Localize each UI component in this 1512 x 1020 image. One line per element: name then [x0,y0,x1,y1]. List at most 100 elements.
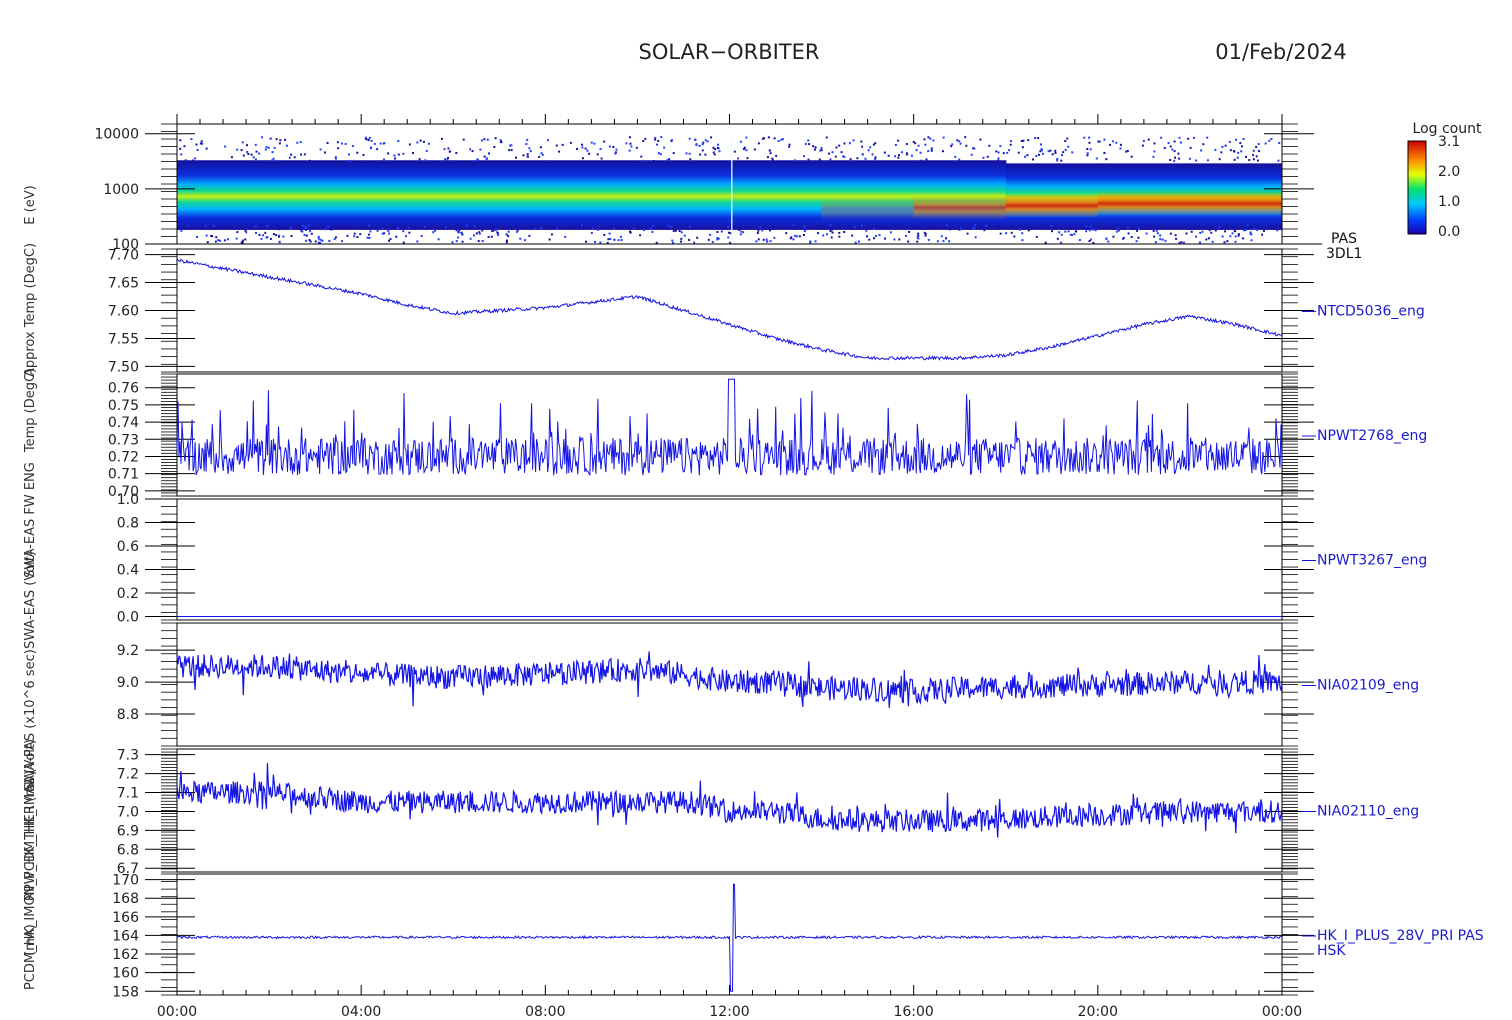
spectrogram-dot [186,226,189,229]
spectrogram-dot [883,151,886,154]
spectrogram-dot [739,140,742,143]
spectrogram-dot [1261,233,1264,236]
spectrogram-dot [1200,149,1203,152]
spectrogram-dot [486,138,489,141]
spectrogram-dot [1026,154,1029,157]
spectrogram-dot [609,237,612,240]
spectrogram-dot [528,234,531,237]
spectrogram-dot [1228,140,1231,143]
spectrogram-dot [920,159,923,162]
spectrogram-dot [391,226,394,229]
spectrogram-dot [671,239,674,242]
spectrogram-dot [860,140,863,143]
spectrogram-dot [260,237,263,240]
spectrogram-dot [241,141,244,144]
spectrogram-dot [629,231,632,234]
spectrogram-dot [272,233,275,236]
spectrogram-dot [1054,149,1057,152]
spectrogram-dot [489,224,492,227]
spectrogram-dot [630,145,633,148]
spectrogram-dot [773,137,776,140]
spectrogram-dot [866,235,869,238]
spectrogram-dot [757,142,760,145]
y-tick-label: 0.73 [108,432,139,448]
spectrogram-dot [834,155,837,158]
spectrogram-dot [205,234,208,237]
spectrogram-dot [350,226,353,229]
spectrogram-dot [1127,232,1130,235]
spectrogram-hot-core [821,196,915,221]
spectrogram-dot [713,153,716,156]
spectrogram-dot [718,150,721,153]
spectrogram-dot [954,155,957,158]
spectrogram-dot [942,240,945,243]
spectrogram-dot [480,139,483,142]
spectrogram-dot [1009,143,1012,146]
spectrogram-dot [788,143,791,146]
spectrogram-dot [727,231,730,234]
spectrogram-dot [1021,232,1024,235]
spectrogram-hot-core [913,195,1007,220]
panel-frame [176,248,1283,373]
spectrogram-dot [451,241,454,244]
spectrogram-dot [1206,136,1209,139]
spectrogram-dot [254,158,257,161]
spectrogram-dot [670,226,673,229]
spectrogram-dot [481,240,484,243]
y-axis-title: E (eV) [23,185,38,224]
spectrogram-dot [212,224,215,227]
spectrogram-dot [660,136,663,139]
spectrogram-dot [423,226,426,229]
y-tick-label: 166 [112,910,139,926]
spectrogram-dot [814,146,817,149]
spectrogram-dot [1278,141,1281,144]
spectrogram-dot [1202,143,1205,146]
spectrogram-dot [853,226,856,229]
colorbar-tick-label: 1.0 [1438,194,1460,210]
spectrogram-dot [979,138,982,141]
spectrogram-dot [507,230,510,233]
spectrogram-dot [793,159,796,162]
spectrogram-dot [642,139,645,142]
spectrogram-dot [278,142,281,145]
spectrogram-dot [226,225,229,228]
spectrogram-dot [250,153,253,156]
panel-hk-i-plus-28v-pri-pas-hsk: 170 168 166 164 162 160 158 HK_I_PLUS_28V_PRI P… [112,873,1484,1001]
spectrogram-dot [680,237,683,240]
spectrogram-dot [1103,138,1106,141]
spectrogram-dot [493,146,496,149]
spectrogram-dot [742,231,745,234]
spectrogram-dot [473,225,476,228]
spectrogram-dot [524,239,527,242]
spectrogram-dot [387,229,390,232]
spectrogram-dot [769,149,772,152]
spectrogram-dot [1060,154,1063,157]
spectrogram-dot [727,236,730,239]
spectrogram-dot [825,136,828,139]
spectrogram-segment [269,160,362,230]
spectrogram-dot [1009,226,1012,229]
spectrogram-dot [1268,139,1271,142]
spectrogram-dot [878,234,881,237]
spectrogram-dot [1034,137,1037,140]
spectrogram-dot [985,225,988,228]
spectrogram-dot [346,234,349,237]
spectrogram-dot [445,226,448,229]
y-tick-label: 6.9 [117,823,139,839]
x-tick-label: 00:00 [1262,1004,1302,1020]
spectrogram-dot [297,224,300,227]
y-tick-label: 1000 [103,182,139,198]
spectrogram-dot [916,240,919,243]
spectrogram-dot [894,144,897,147]
colorbar-tick-label: 3.1 [1438,134,1460,150]
spectrogram-dot [1056,159,1059,162]
spectrogram-dot [925,158,928,161]
spectrogram-dot [1240,145,1243,148]
spectrogram-dot [211,235,214,238]
panel-frame [176,622,1283,747]
spectrogram-dot [420,235,423,238]
spectrogram-dot [792,238,795,241]
spectrogram-dot [759,226,762,229]
spectrogram-dot [344,142,347,145]
spectrogram-dot [1153,150,1156,153]
